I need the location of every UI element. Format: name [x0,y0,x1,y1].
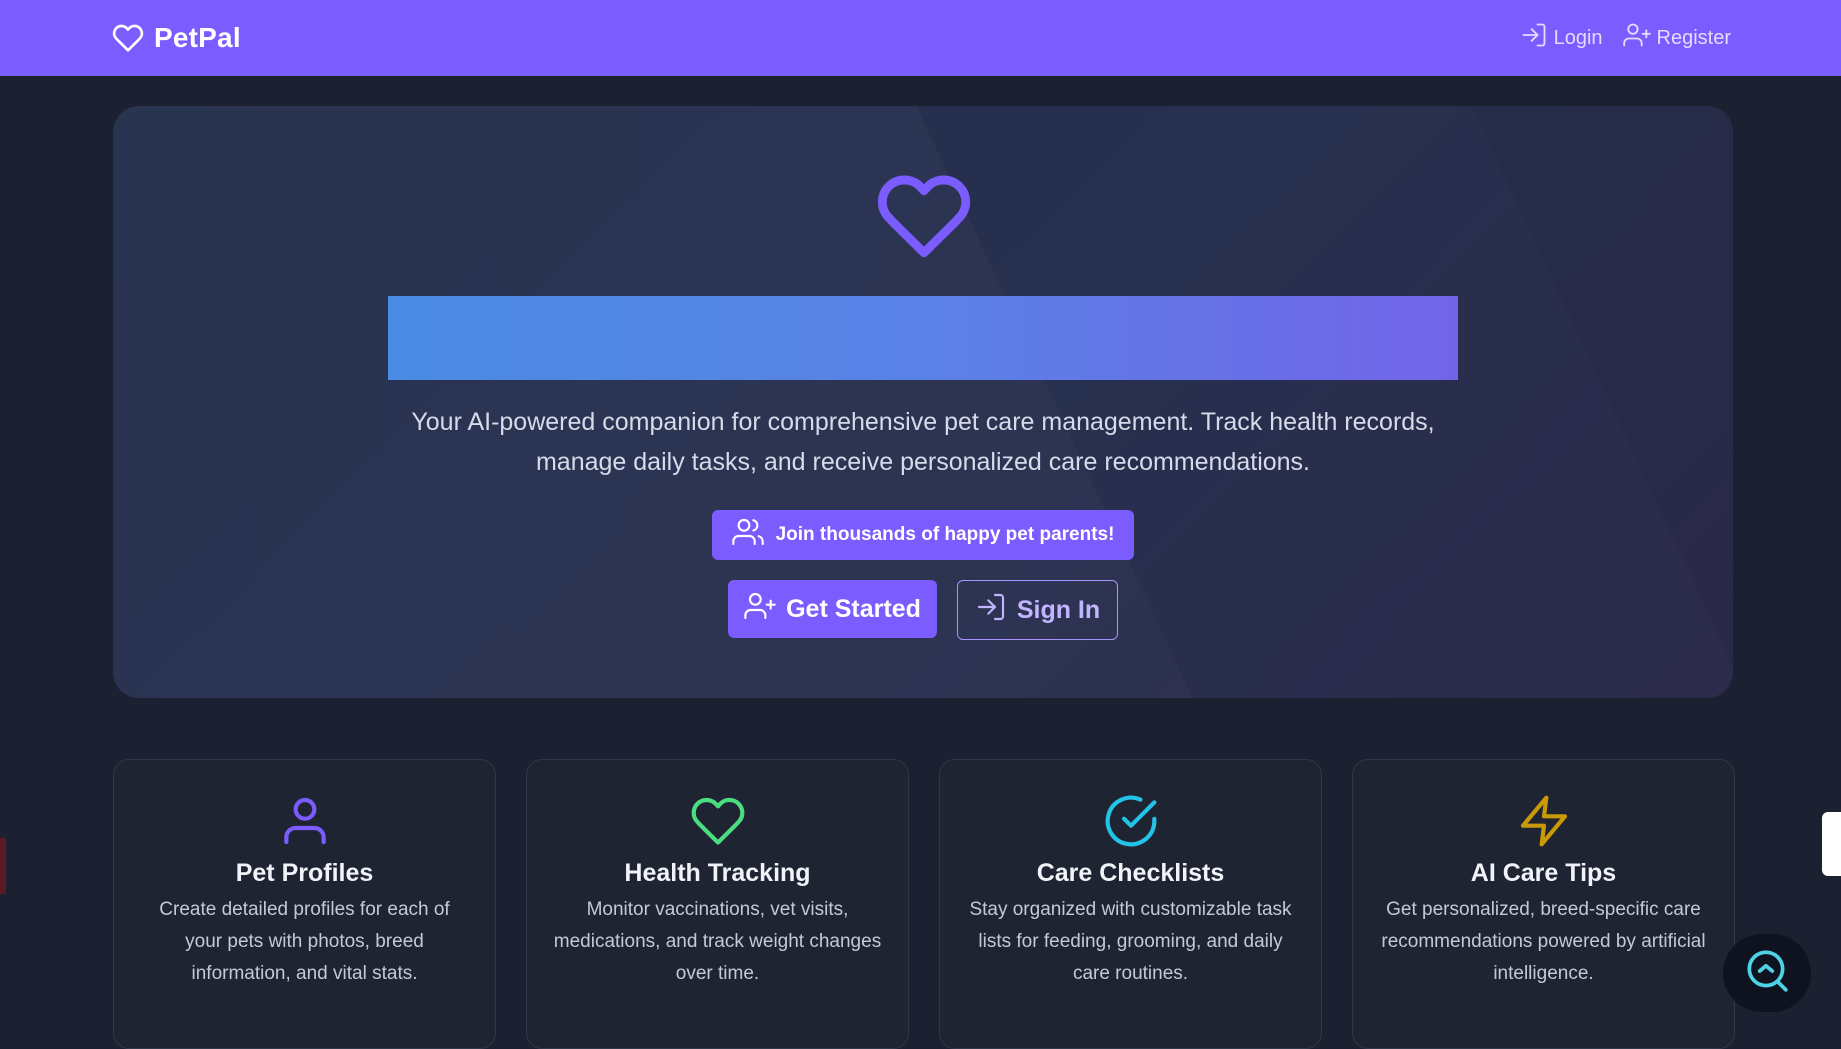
nav-login-label: Login [1553,26,1603,49]
nav-register-link[interactable]: Register [1622,21,1731,55]
chat-icon [1742,946,1792,1001]
hero-title-banner [388,296,1458,380]
feature-title: Care Checklists [1036,859,1225,887]
feature-card-pet-profiles: Pet Profiles Create detailed profiles fo… [113,759,496,1049]
heart-icon [873,168,975,264]
check-circle-icon [1103,793,1159,849]
user-plus-icon [744,590,776,629]
feature-title: Pet Profiles [235,859,374,887]
login-icon [975,591,1007,630]
cta-buttons: Get Started Sign In [728,580,1118,640]
users-icon [731,516,764,554]
sign-in-button[interactable]: Sign In [957,580,1118,640]
feature-text: Monitor vaccinations, vet visits, medica… [553,899,882,984]
brand-name: PetPal [154,22,241,53]
chat-widget-button[interactable] [1723,934,1811,1012]
feature-title: AI Care Tips [1470,859,1617,887]
hero-section: Your AI-powered companion for comprehens… [113,106,1733,698]
community-badge-label: Join thousands of happy pet parents! [775,524,1115,545]
feature-card-health-tracking: Health Tracking Monitor vaccinations, ve… [526,759,909,1049]
feature-card-care-checklists: Care Checklists Stay organized with cust… [939,759,1322,1049]
get-started-button[interactable]: Get Started [728,580,937,638]
edge-marker [0,838,6,894]
nav-register-label: Register [1656,26,1731,49]
feature-card-ai-care-tips: AI Care Tips Get personalized, breed-spe… [1352,759,1735,1049]
features-grid: Pet Profiles Create detailed profiles fo… [113,759,1735,1049]
feature-text: Stay organized with customizable task li… [969,899,1292,984]
side-feedback-tab[interactable] [1822,812,1841,876]
heart-icon [112,22,144,54]
user-icon [277,793,333,849]
login-icon [1520,21,1548,55]
feature-text: Create detailed profiles for each of you… [159,899,450,984]
hero-description: Your AI-powered companion for comprehens… [411,408,1435,476]
community-badge: Join thousands of happy pet parents! [712,510,1134,560]
nav-links: Login Register [1520,21,1731,55]
sign-in-label: Sign In [1016,595,1101,624]
heart-icon [690,793,746,849]
nav-login-link[interactable]: Login [1520,21,1603,55]
top-navbar: PetPal Login Register [0,0,1841,76]
lightning-icon [1516,793,1572,849]
feature-title: Health Tracking [624,859,811,887]
feature-text: Get personalized, breed-specific care re… [1381,899,1706,984]
brand-logo[interactable]: PetPal [112,22,241,54]
user-plus-icon [1622,21,1651,55]
get-started-label: Get Started [786,594,921,623]
